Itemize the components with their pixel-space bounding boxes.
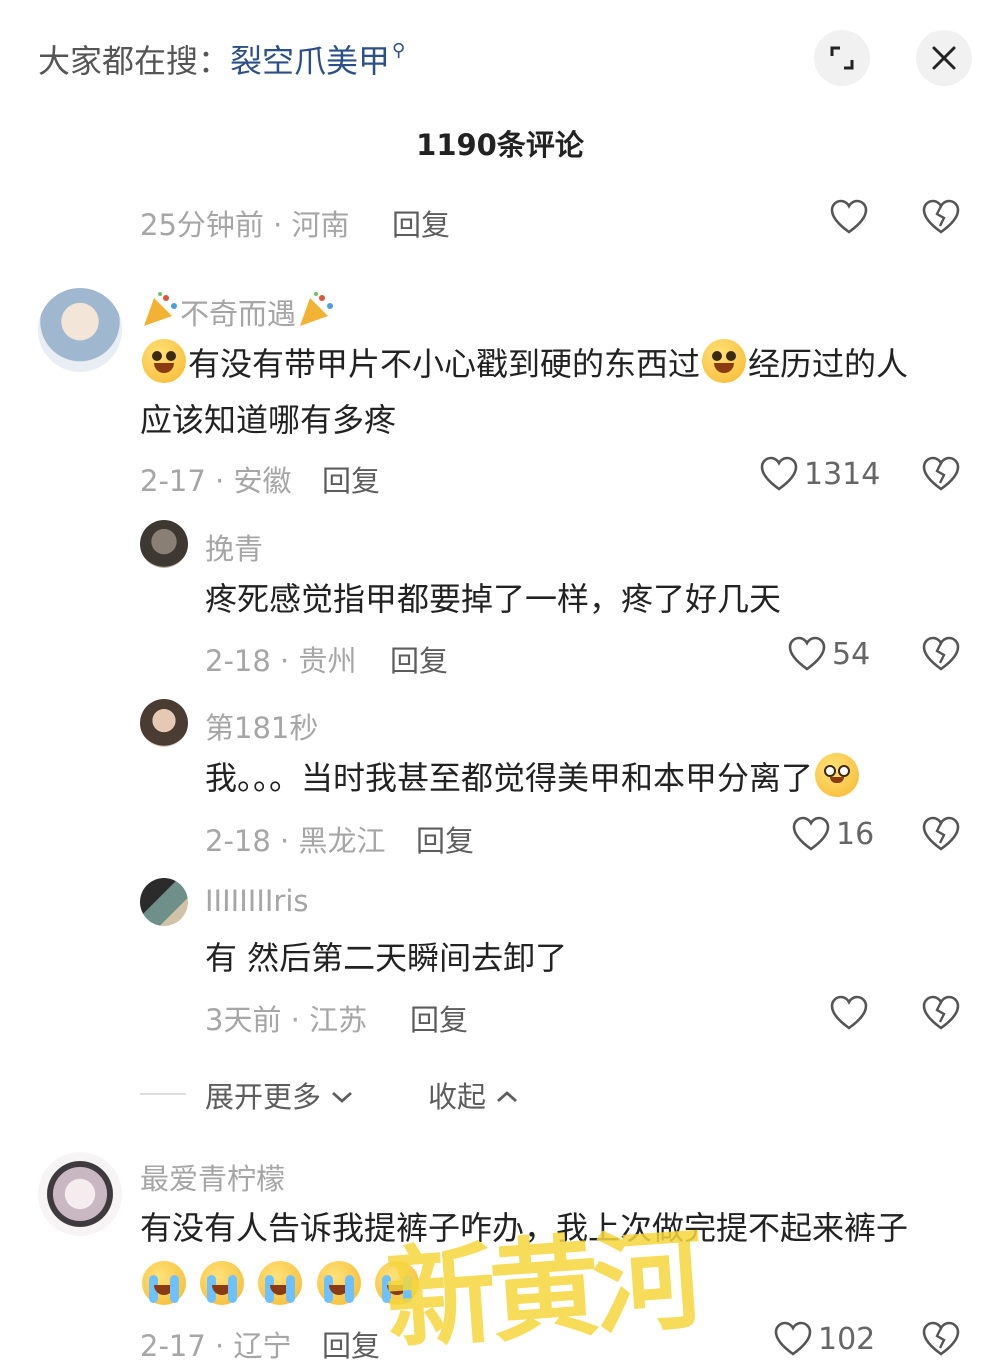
flushed-emoji (815, 753, 860, 797)
crying-emoji (316, 1261, 361, 1305)
reply-text: 疼死感觉指甲都要掉了一样，疼了好几天 (205, 580, 782, 618)
party-popper-icon (144, 292, 177, 326)
like-button[interactable] (830, 199, 868, 235)
like-count: 1314 (804, 456, 881, 492)
grinning-sweat-emoji (142, 339, 186, 383)
expand-more-label: 展开更多 (205, 1080, 322, 1114)
reply-meta: 2-18 · 黑龙江 (205, 824, 386, 858)
comment-count-title: 1190条评论 (416, 128, 584, 162)
collapse-button[interactable]: 收起 (428, 1074, 519, 1116)
dislike-button[interactable] (922, 995, 960, 1035)
like-count: 16 (836, 816, 875, 852)
crying-emoji (258, 1261, 303, 1305)
broken-heart-icon (922, 199, 960, 234)
laughing-tears-emoji (702, 339, 747, 383)
top-bar: 大家都在搜：裂空爪美甲 ⚲ (0, 0, 1000, 110)
reply-button[interactable]: 回复 (322, 1323, 380, 1365)
heart-icon (788, 636, 826, 671)
like-button[interactable]: 16 (792, 816, 874, 852)
reply-meta: 2-18 · 贵州 (205, 644, 357, 678)
reply-meta: 3天前 · 江苏 (205, 1003, 368, 1037)
reply-text: 有 然后第二天瞬间去卸了 (205, 939, 568, 977)
expand-more-button[interactable]: 展开更多 (205, 1074, 354, 1116)
dislike-button[interactable] (922, 1321, 960, 1361)
broken-heart-icon (922, 636, 960, 671)
search-suggestion-prefix: 大家都在搜： (38, 42, 231, 80)
broken-heart-icon (922, 816, 960, 851)
reply-username[interactable]: 第181秒 (205, 705, 318, 747)
comment-text-line2: 应该知道哪有多疼 (140, 401, 397, 439)
expand-icon (830, 46, 854, 70)
like-count: 102 (818, 1321, 876, 1357)
comment-text: 有没有带甲片不小心戳到硬的东西过 经历过的人 (140, 336, 908, 392)
search-icon: ⚲ (392, 40, 406, 61)
like-button[interactable]: 102 (774, 1321, 875, 1357)
avatar[interactable] (38, 1152, 122, 1236)
crying-emoji (142, 1261, 186, 1305)
reply-username[interactable]: 挽青 (205, 526, 263, 568)
avatar[interactable] (38, 288, 122, 372)
chevron-down-icon (332, 1091, 353, 1103)
reply-button[interactable]: 回复 (322, 458, 380, 500)
like-count: 54 (832, 636, 871, 672)
reply-button[interactable]: 回复 (416, 818, 474, 860)
dislike-button[interactable] (922, 199, 960, 239)
username-text: 不奇而遇 (180, 297, 297, 331)
heart-icon (830, 199, 868, 234)
reply-text-part: 我。。。当时我甚至都觉得美甲和本甲分离了 (205, 759, 814, 797)
comment-username[interactable]: 最爱青柠檬 (140, 1156, 285, 1198)
avatar[interactable] (140, 699, 188, 747)
collapse-label: 收起 (428, 1080, 487, 1114)
crying-emoji (200, 1261, 245, 1305)
comment-username[interactable]: 不奇而遇 (140, 290, 336, 333)
broken-heart-icon (922, 456, 960, 491)
comment-text-part: 有没有带甲片不小心戳到硬的东西过 (188, 345, 701, 383)
close-button[interactable] (916, 30, 972, 86)
chevron-up-icon (497, 1091, 518, 1103)
reply-button[interactable]: 回复 (410, 997, 468, 1039)
dislike-button[interactable] (922, 456, 960, 496)
avatar[interactable] (140, 878, 188, 926)
heart-icon (792, 816, 830, 851)
comment-meta: 2-17 · 安徽 (140, 464, 292, 498)
like-button[interactable]: 1314 (760, 456, 880, 492)
dislike-button[interactable] (922, 816, 960, 856)
dislike-button[interactable] (922, 636, 960, 676)
search-suggestion-keyword[interactable]: 裂空爪美甲 (230, 42, 390, 80)
comment-text-part: 经历过的人 (748, 345, 909, 383)
heart-icon (760, 456, 798, 491)
comment-emoji-row (140, 1258, 421, 1314)
reply-username[interactable]: IIIIIIIIris (205, 884, 309, 918)
like-button[interactable]: 54 (788, 636, 870, 672)
heart-icon (830, 995, 868, 1030)
fullscreen-button[interactable] (814, 30, 870, 86)
search-suggestion[interactable]: 大家都在搜：裂空爪美甲 ⚲ (38, 36, 405, 82)
like-button[interactable] (830, 995, 868, 1031)
comment-meta: 25分钟前 · 河南 (140, 208, 350, 242)
watermark-logo: 新黄河 (381, 1214, 702, 1365)
close-icon (932, 46, 956, 70)
reply-button[interactable]: 回复 (392, 202, 450, 244)
party-popper-icon (300, 292, 334, 326)
thread-divider (140, 1093, 186, 1095)
comment-meta: 2-17 · 辽宁 (140, 1329, 292, 1363)
reply-text: 我。。。当时我甚至都觉得美甲和本甲分离了 (205, 750, 861, 806)
heart-icon (774, 1321, 812, 1356)
broken-heart-icon (922, 995, 960, 1030)
broken-heart-icon (922, 1321, 960, 1356)
reply-button[interactable]: 回复 (390, 638, 448, 680)
avatar[interactable] (140, 520, 188, 568)
